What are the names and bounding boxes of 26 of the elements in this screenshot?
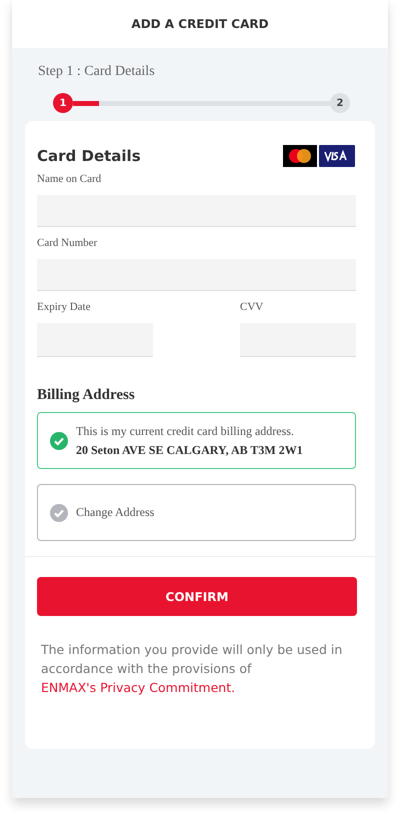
privacy-link[interactable]: ENMAX's Privacy Commitment.	[41, 680, 236, 695]
input-field[interactable]	[37, 195, 356, 227]
section-title: Card Details	[37, 147, 141, 165]
field-label: Card Number	[37, 237, 98, 249]
step-label: Step 1 : Card Details	[37, 64, 156, 80]
field-label: CVV	[240, 301, 264, 313]
option-text: Change Address	[76, 505, 154, 520]
step-indicator: 1	[53, 93, 73, 113]
address-option[interactable]: Change Address	[37, 484, 356, 541]
mastercard-logo-icon	[283, 145, 317, 167]
visa-logo-icon	[319, 145, 355, 167]
check-circle-icon	[50, 432, 68, 450]
input-field[interactable]	[37, 259, 356, 291]
option-text: This is my current credit card billing address.	[76, 424, 295, 438]
input-field[interactable]	[37, 323, 153, 357]
privacy-notice: The information you provide will only be used in accordance with the provisions of ENMAX's Privacy Commitment.	[41, 641, 344, 697]
field-label: Expiry Date	[37, 301, 92, 313]
field-label: Name on Card	[37, 173, 102, 185]
confirm-button[interactable]: CONFIRM	[37, 577, 357, 616]
section-title: Billing Address	[36, 387, 136, 404]
step-indicator: 2	[330, 93, 350, 113]
address-option[interactable]: This is my current credit card billing address. 20 Seton AVE SE CALGARY, AB T3M 2W1	[37, 412, 356, 469]
address-text: 20 Seton AVE SE CALGARY, AB T3M 2W1	[76, 442, 303, 458]
check-circle-icon	[50, 504, 68, 522]
page-title: ADD A CREDIT CARD	[131, 17, 269, 31]
input-field[interactable]	[240, 323, 356, 357]
